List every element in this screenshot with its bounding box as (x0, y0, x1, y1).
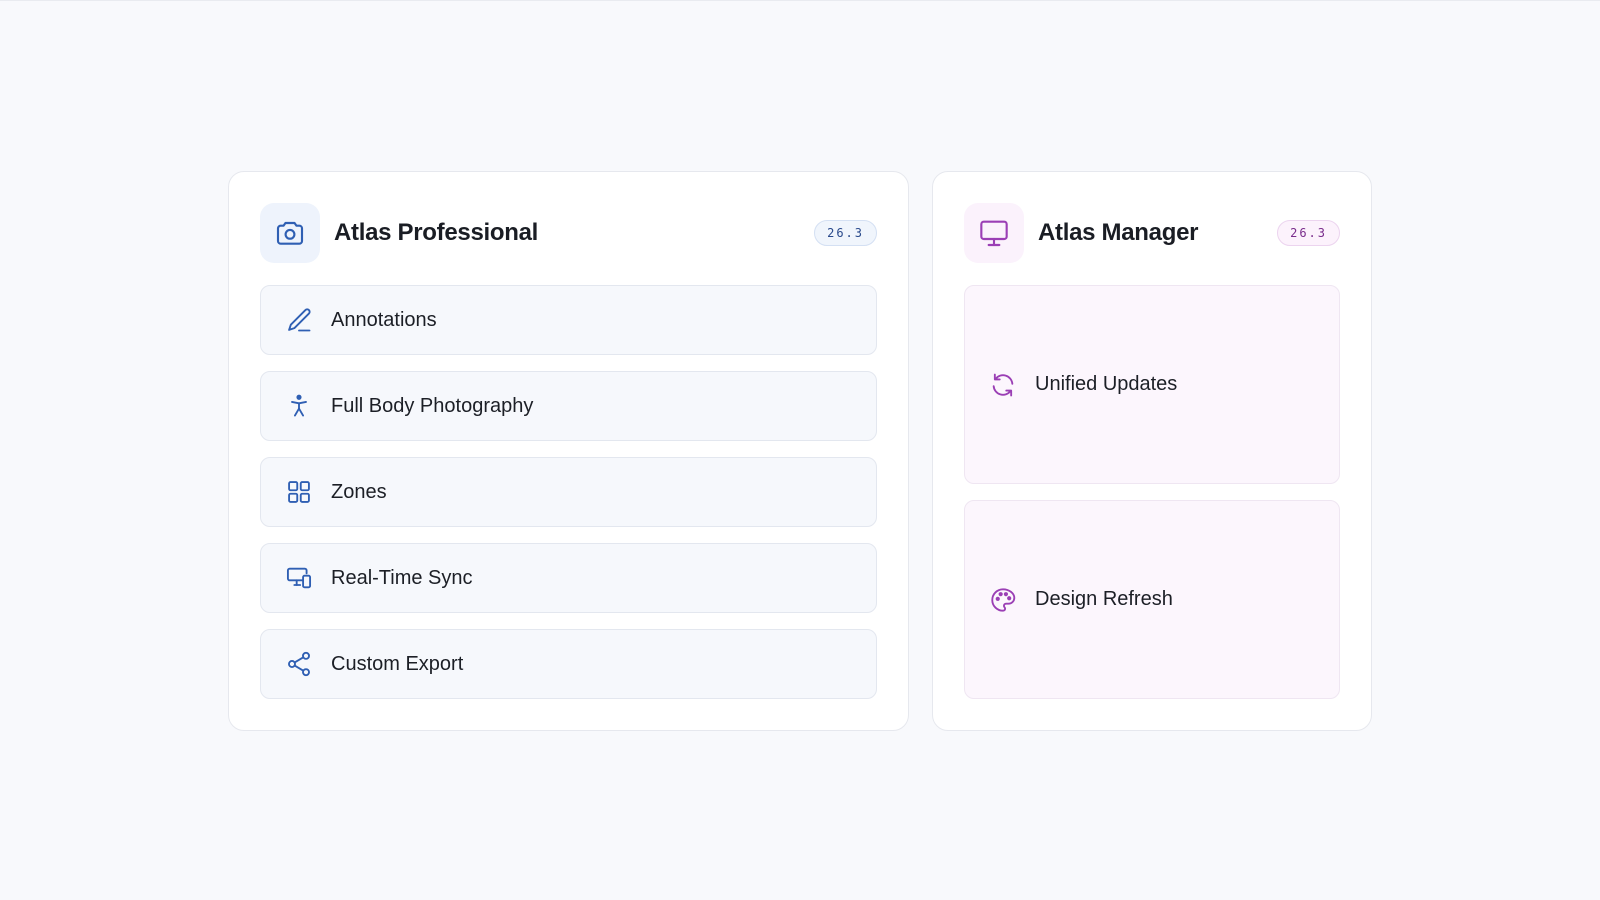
feature-item-design-refresh[interactable]: Design Refresh (964, 500, 1340, 699)
card-header: Atlas Manager 26.3 (964, 203, 1340, 263)
person-icon (285, 392, 313, 420)
feature-label: Custom Export (331, 652, 464, 675)
feature-item-real-time-sync[interactable]: Real-Time Sync (260, 543, 877, 613)
feature-item-custom-export[interactable]: Custom Export (260, 629, 877, 699)
card-header: Atlas Professional 26.3 (260, 203, 877, 263)
share-icon (285, 650, 313, 678)
card-title: Atlas Professional (334, 219, 539, 246)
camera-icon (260, 203, 320, 263)
version-badge: 26.3 (814, 220, 877, 246)
feature-label: Unified Updates (1035, 373, 1178, 395)
feature-label: Annotations (331, 308, 437, 331)
feature-item-unified-updates[interactable]: Unified Updates (964, 285, 1340, 484)
feature-item-full-body-photography[interactable]: Full Body Photography (260, 371, 877, 441)
feature-label: Real-Time Sync (331, 566, 473, 589)
feature-label: Zones (331, 480, 387, 503)
pen-icon (285, 306, 313, 334)
atlas-manager-card: Atlas Manager 26.3 Unified Updates Desig… (932, 171, 1372, 731)
grid-icon (285, 478, 313, 506)
palette-icon (989, 586, 1017, 614)
feature-label: Design Refresh (1035, 588, 1173, 610)
feature-list: Annotations Full Body Photography Zones … (260, 285, 877, 699)
feature-item-annotations[interactable]: Annotations (260, 285, 877, 355)
card-title: Atlas Manager (1038, 219, 1199, 246)
monitor-icon (964, 203, 1024, 263)
feature-list: Unified Updates Design Refresh (964, 285, 1340, 699)
devices-icon (285, 564, 313, 592)
atlas-professional-card: Atlas Professional 26.3 Annotations Full… (228, 171, 909, 731)
refresh-icon (989, 371, 1017, 399)
feature-label: Full Body Photography (331, 394, 534, 417)
page: Atlas Professional 26.3 Annotations Full… (0, 0, 1600, 900)
feature-item-zones[interactable]: Zones (260, 457, 877, 527)
version-badge: 26.3 (1277, 220, 1340, 246)
